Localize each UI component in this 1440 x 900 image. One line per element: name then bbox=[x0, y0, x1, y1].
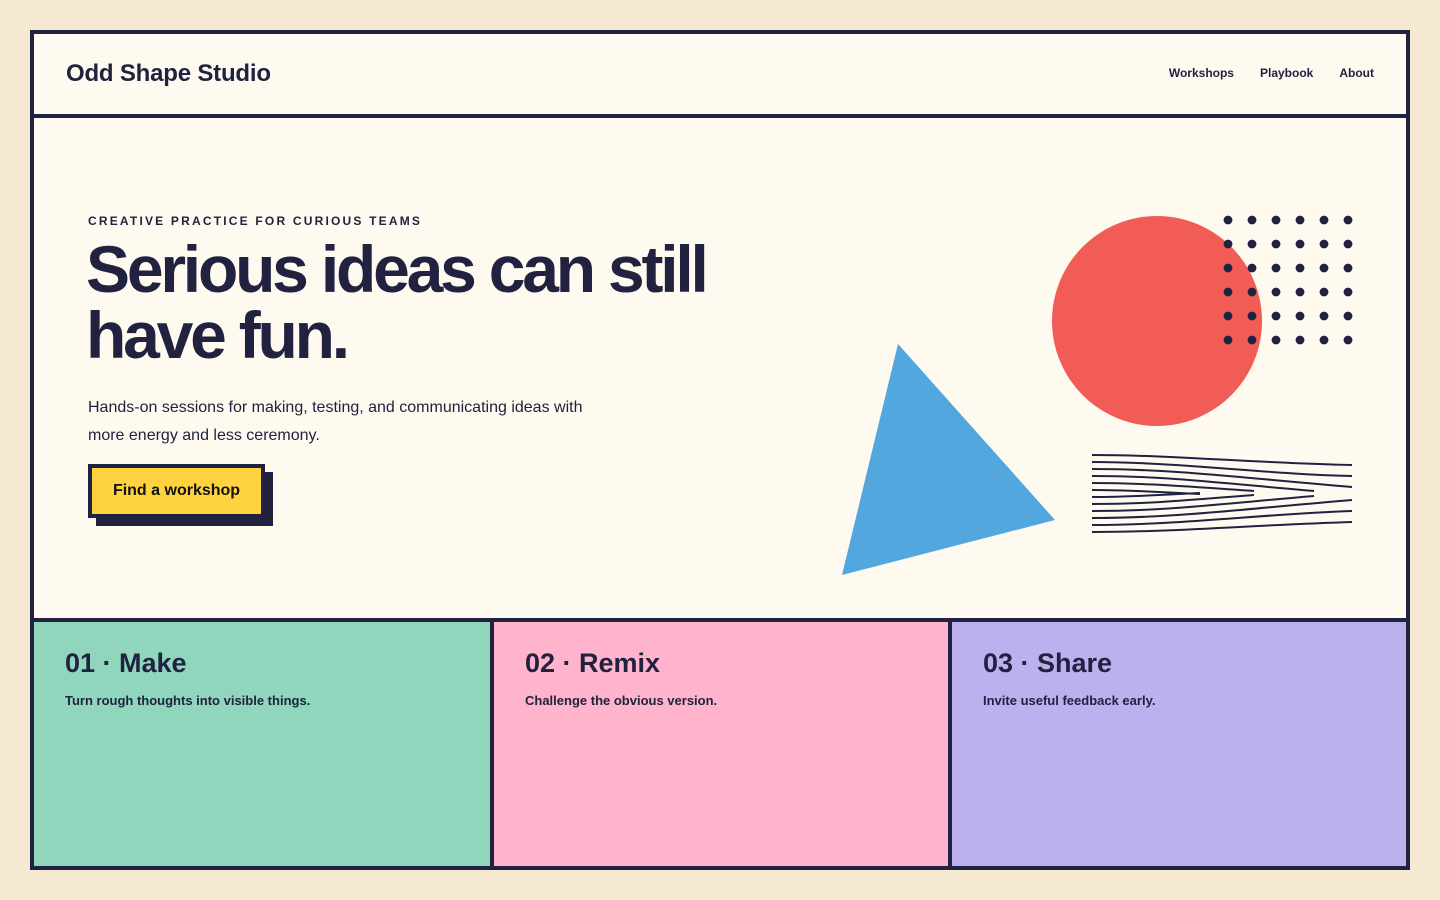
dot-grid-dot bbox=[1271, 263, 1281, 273]
dot-grid-dot bbox=[1295, 263, 1305, 273]
hero-kicker: CREATIVE PRACTICE FOR CURIOUS TEAMS bbox=[88, 214, 423, 228]
make-card-title: 01 · Make bbox=[65, 648, 187, 678]
nav-playbook-link[interactable]: Playbook bbox=[1260, 66, 1313, 80]
dot-grid-dot bbox=[1319, 215, 1329, 225]
dot-grid-dot bbox=[1247, 311, 1257, 321]
cta-wrap: Find a workshop bbox=[88, 464, 273, 526]
make-card: 01 · Make Turn rough thoughts into visib… bbox=[34, 622, 490, 866]
dot-grid-dot bbox=[1223, 215, 1233, 225]
dot-grid-dot bbox=[1247, 287, 1257, 297]
main-navigation: Workshops Playbook About bbox=[1169, 66, 1374, 80]
nav-workshops-link[interactable]: Workshops bbox=[1169, 66, 1234, 80]
site-frame: Odd Shape Studio Workshops Playbook Abou… bbox=[30, 30, 1410, 870]
feature-cards: 01 · Make Turn rough thoughts into visib… bbox=[34, 622, 1406, 866]
share-card-description: Invite useful feedback early. bbox=[983, 693, 1156, 708]
dot-grid-dot bbox=[1343, 287, 1353, 297]
dot-grid-dot bbox=[1247, 335, 1257, 345]
make-card-description: Turn rough thoughts into visible things. bbox=[65, 693, 311, 708]
dot-grid-dot bbox=[1319, 263, 1329, 273]
dot-grid-dot bbox=[1343, 311, 1353, 321]
dot-grid-dot bbox=[1271, 215, 1281, 225]
blue-triangle-shape bbox=[842, 344, 1055, 575]
dot-grid-dot bbox=[1343, 239, 1353, 249]
dot-grid-dot bbox=[1295, 335, 1305, 345]
dot-grid-dot bbox=[1223, 239, 1233, 249]
dot-grid-dot bbox=[1247, 215, 1257, 225]
dot-grid-dot bbox=[1319, 311, 1329, 321]
hero-illustration bbox=[842, 215, 1353, 575]
share-card-title: 03 · Share bbox=[983, 648, 1113, 678]
dot-grid-dot bbox=[1295, 215, 1305, 225]
nav-about-link[interactable]: About bbox=[1339, 66, 1374, 80]
dot-grid-dot bbox=[1319, 287, 1329, 297]
hero-headline: Serious ideas can still have fun. bbox=[86, 232, 709, 372]
dot-grid-dot bbox=[1343, 263, 1353, 273]
remix-card-description: Challenge the obvious version. bbox=[525, 693, 718, 708]
dot-grid-dot bbox=[1343, 335, 1353, 345]
share-card: 03 · Share Invite useful feedback early. bbox=[948, 622, 1406, 866]
dot-grid-dot bbox=[1271, 335, 1281, 345]
hero-section: CREATIVE PRACTICE FOR CURIOUS TEAMS Seri… bbox=[34, 118, 1406, 622]
dot-grid-dot bbox=[1271, 239, 1281, 249]
dot-grid-dot bbox=[1319, 335, 1329, 345]
dot-grid-dot bbox=[1295, 311, 1305, 321]
dot-grid-dot bbox=[1223, 335, 1233, 345]
dot-grid-dot bbox=[1223, 263, 1233, 273]
dot-grid-dot bbox=[1343, 215, 1353, 225]
dot-grid-dot bbox=[1247, 239, 1257, 249]
remix-card: 02 · Remix Challenge the obvious version… bbox=[490, 622, 948, 866]
site-header: Odd Shape Studio Workshops Playbook Abou… bbox=[34, 34, 1406, 118]
remix-card-title: 02 · Remix bbox=[525, 648, 661, 678]
dot-grid-dot bbox=[1295, 287, 1305, 297]
dot-grid-dot bbox=[1271, 311, 1281, 321]
dot-grid-dot bbox=[1319, 239, 1329, 249]
dot-grid-dot bbox=[1271, 287, 1281, 297]
dot-grid-dot bbox=[1247, 263, 1257, 273]
dot-grid-dot bbox=[1223, 311, 1233, 321]
hero-description: Hands-on sessions for making, testing, a… bbox=[88, 399, 583, 444]
dot-grid-dot bbox=[1223, 287, 1233, 297]
dot-grid-dot bbox=[1295, 239, 1305, 249]
brand-logo[interactable]: Odd Shape Studio bbox=[66, 60, 271, 88]
ripple-lines-shape bbox=[1091, 454, 1353, 533]
find-workshop-button[interactable]: Find a workshop bbox=[88, 464, 265, 518]
